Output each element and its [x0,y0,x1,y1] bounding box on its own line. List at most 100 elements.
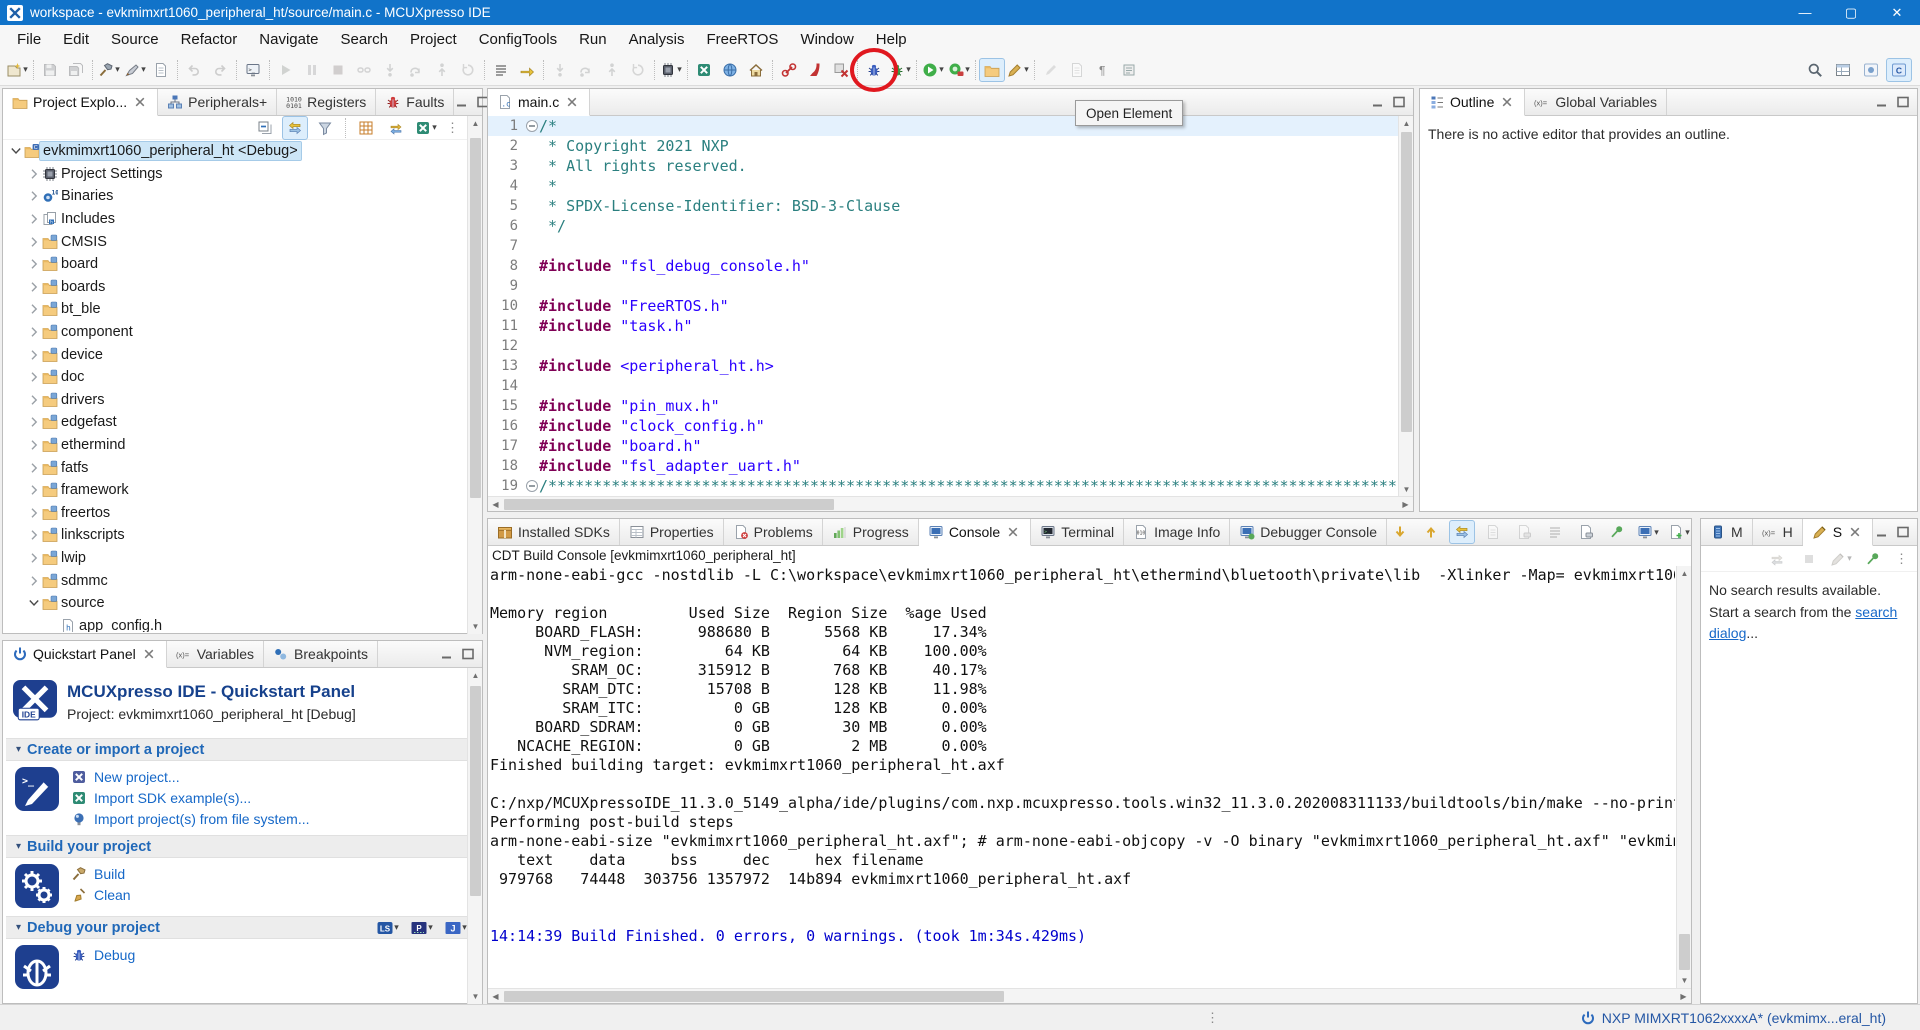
explorer-tab-peripherals[interactable]: Peripherals+ [158,89,277,115]
view-menu[interactable]: ⋮ [1892,551,1911,567]
tree-row[interactable]: freertos [3,502,482,525]
home-button[interactable] [743,58,769,82]
console-tab-terminal[interactable]: >_Terminal [1031,519,1124,545]
j-badge-button[interactable]: J▾ [443,916,469,940]
quickstart-action-debug[interactable]: Debug [71,947,135,963]
link-editor-button[interactable] [282,116,308,140]
minimize-icon[interactable] [439,646,455,662]
view-menu-list-button[interactable] [488,58,514,82]
tree-expander[interactable] [25,573,42,589]
grid-orange-button[interactable] [353,116,379,140]
console-tab-properties[interactable]: Properties [620,519,724,545]
terminate-button[interactable] [325,58,351,82]
console-tab-progress[interactable]: Progress [823,519,919,545]
tree-expander[interactable] [25,301,42,317]
tree-row[interactable]: 10Binaries [3,185,482,208]
redo-button[interactable] [207,58,233,82]
tree-expander[interactable] [7,143,24,159]
console-pin-green-button[interactable] [1604,520,1630,544]
fold-minus-icon[interactable] [524,118,540,134]
menu-refactor[interactable]: Refactor [170,28,249,51]
quickstart-action-import-sdk-example-s[interactable]: Import SDK example(s)... [71,790,309,806]
para-button[interactable]: ¶ [1090,58,1116,82]
tree-row[interactable]: Project Settings [3,163,482,186]
new-wizard-button[interactable]: ▾ [4,58,30,82]
tree-row[interactable]: edgefast [3,411,482,434]
outline-tab-outline[interactable]: Outline [1420,89,1525,116]
section-debug-your-project[interactable]: ▾Debug your projectLS▾P▾J▾ [6,916,479,939]
mark-pen-button[interactable]: ▾ [1005,58,1031,82]
menu-file[interactable]: File [6,28,52,51]
tree-row[interactable]: fatfs [3,456,482,479]
quickstart-tab-quickstart-panel[interactable]: Quickstart Panel [3,641,167,668]
menu-configtools[interactable]: ConfigTools [468,28,568,51]
minimize-icon[interactable] [1370,94,1386,110]
disconnect-button[interactable] [351,58,377,82]
save-all-button[interactable] [63,58,89,82]
tree-row[interactable]: component [3,321,482,344]
detach-red-button[interactable] [828,58,854,82]
explorer-tab-faults[interactable]: Faults [376,89,454,115]
section-create-or-import-a-project[interactable]: ▾Create or import a project [6,738,479,761]
tree-row[interactable]: CMSIS [3,230,482,253]
section-build-your-project[interactable]: ▾Build your project [6,835,479,858]
minimize-icon[interactable] [1874,94,1890,110]
tree-expander[interactable] [25,279,42,295]
boot-red-button[interactable] [802,58,828,82]
tree-row[interactable]: bt_ble [3,298,482,321]
p2-badge-button[interactable]: P▾ [409,916,435,940]
tree-row[interactable]: device [3,343,482,366]
tree-row[interactable]: drivers [3,389,482,412]
step-into-button[interactable] [377,58,403,82]
menu-freertos[interactable]: FreeRTOS [695,28,789,51]
tree-row[interactable]: doc [3,366,482,389]
tree-expander[interactable] [25,460,42,476]
code-editor[interactable]: 1/*2 * Copyright 2021 NXP3 * All rights … [488,116,1413,497]
world-button[interactable] [717,58,743,82]
console-view-menu-list-button[interactable] [1542,520,1568,544]
menu-help[interactable]: Help [865,28,918,51]
close-icon[interactable] [132,94,148,110]
minimize-button[interactable]: — [1782,0,1828,25]
tree-row[interactable]: hIncludes [3,208,482,231]
close-icon[interactable] [1005,524,1021,540]
menu-source[interactable]: Source [100,28,170,51]
tree-expander[interactable] [25,414,42,430]
close-icon[interactable] [141,646,157,662]
tree-expander[interactable] [25,234,42,250]
open-folder-button[interactable] [979,58,1005,82]
menu-run[interactable]: Run [568,28,618,51]
maximize-icon[interactable] [1391,94,1407,110]
persp-cpp-button[interactable]: C [1886,58,1912,82]
collapse-all-button[interactable] [252,116,278,140]
quickstart-action-import-project-s-from-file-system[interactable]: Import project(s) from file system... [71,811,309,827]
console-tab-installed-sdks[interactable]: Installed SDKs [488,519,620,545]
x-green-button[interactable] [691,58,717,82]
tree-row[interactable]: lwip [3,547,482,570]
tree-expander[interactable] [25,482,42,498]
explorer-vscrollbar[interactable]: ▲ ▼ [467,116,482,634]
step-over-button[interactable] [403,58,429,82]
x-green-dd-button[interactable]: ▾ [413,116,439,140]
search-tab-m[interactable]: M [1701,519,1753,545]
tree-expander[interactable] [25,256,42,272]
pencil-gray-button[interactable] [1038,58,1064,82]
console-clear-console-button[interactable] [1511,520,1537,544]
quickstart-action-new-project[interactable]: New project... [71,769,309,785]
maximize-button[interactable]: ▢ [1828,0,1874,25]
tree-row[interactable]: board [3,253,482,276]
chip-mem-button[interactable]: ▾ [658,58,684,82]
close-button[interactable]: ✕ [1874,0,1920,25]
tree-expander[interactable] [25,505,42,521]
doc-plain-button[interactable] [1064,58,1090,82]
menu-search[interactable]: Search [329,28,399,51]
tree-expander[interactable] [25,527,42,543]
console-new-doc-button[interactable]: ▾ [1666,520,1692,544]
search-sync-arrows-button[interactable] [1764,547,1790,571]
build-hammer-button[interactable]: ▾ [96,58,122,82]
explorer-tab-project-explo[interactable]: Project Explo... [3,89,158,116]
console-output[interactable]: arm-none-eabi-gcc -nostdlib -L C:\worksp… [490,566,1675,988]
profile-q-button[interactable]: ▾ [946,58,972,82]
console-vscrollbar[interactable]: ▲ ▼ [1676,566,1691,988]
console-arrow-up-y-button[interactable] [1418,520,1444,544]
